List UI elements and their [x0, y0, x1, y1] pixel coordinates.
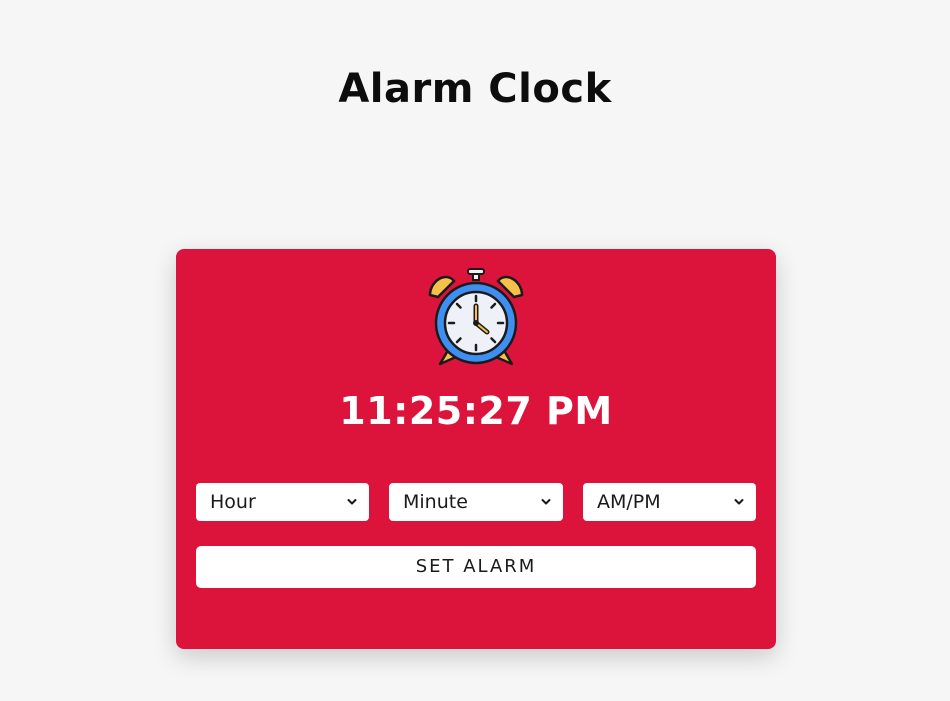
hour-select-value: Hour — [210, 491, 256, 513]
alarm-clock-icon — [428, 268, 524, 366]
page-title: Alarm Clock — [338, 66, 612, 112]
minute-select-value: Minute — [403, 491, 468, 513]
hour-select[interactable]: Hour — [196, 483, 369, 521]
ampm-select-value: AM/PM — [597, 491, 661, 513]
ampm-select[interactable]: AM/PM — [583, 483, 756, 521]
alarm-card: 11:25:27 PM Hour Minute AM/PM SET ALARM — [176, 249, 776, 649]
chevron-down-icon — [541, 499, 551, 505]
set-alarm-button[interactable]: SET ALARM — [196, 546, 756, 588]
minute-select[interactable]: Minute — [389, 483, 563, 521]
chevron-down-icon — [734, 499, 744, 505]
chevron-down-icon — [347, 499, 357, 505]
current-time-display: 11:25:27 PM — [339, 389, 613, 433]
